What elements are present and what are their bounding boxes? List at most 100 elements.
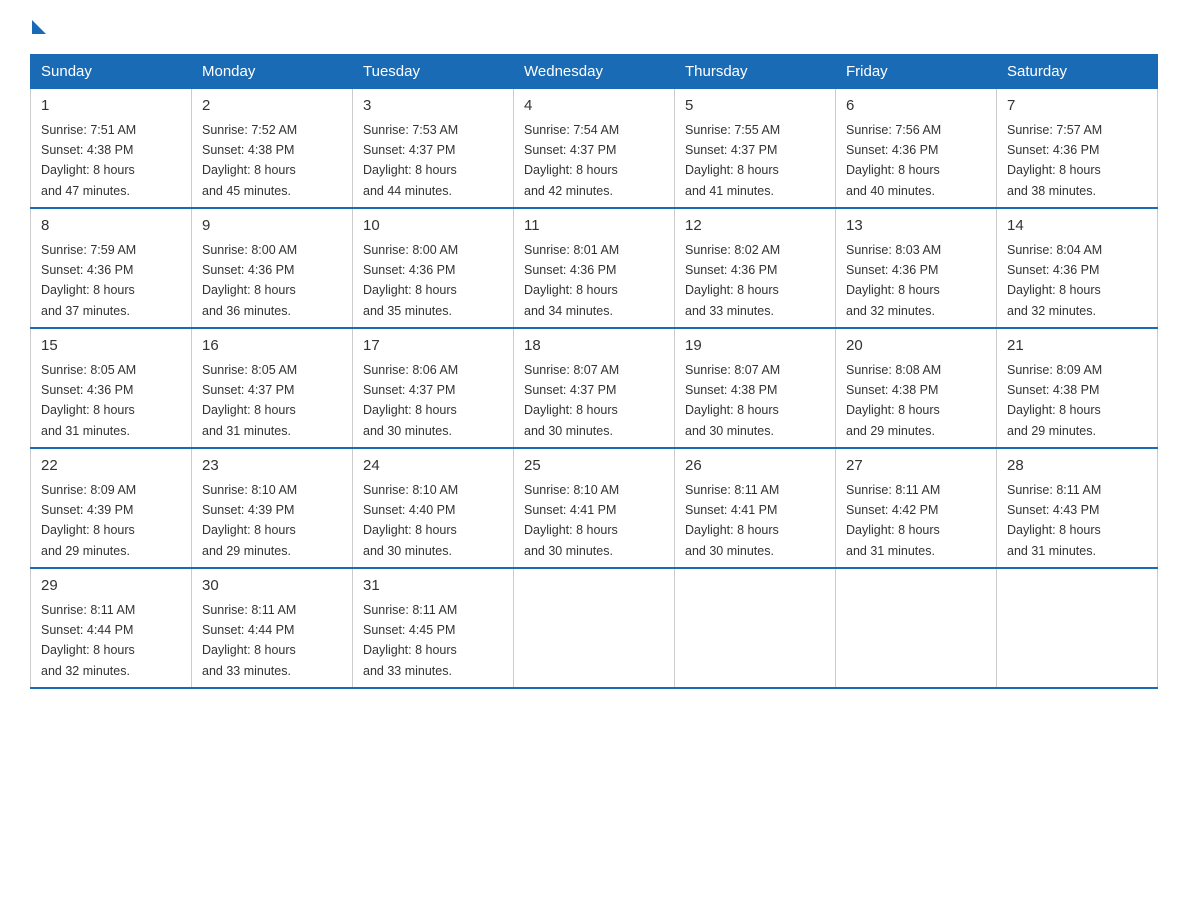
day-number: 17 (363, 335, 503, 358)
calendar-cell (514, 568, 675, 688)
day-number: 10 (363, 215, 503, 238)
calendar-cell: 23 Sunrise: 8:10 AMSunset: 4:39 PMDayligh… (192, 448, 353, 568)
col-header-monday: Monday (192, 55, 353, 89)
calendar-cell: 31 Sunrise: 8:11 AMSunset: 4:45 PMDayligh… (353, 568, 514, 688)
day-number: 16 (202, 335, 342, 358)
calendar-table: SundayMondayTuesdayWednesdayThursdayFrid… (30, 54, 1158, 689)
col-header-friday: Friday (836, 55, 997, 89)
day-number: 24 (363, 455, 503, 478)
col-header-thursday: Thursday (675, 55, 836, 89)
day-info: Sunrise: 8:07 AMSunset: 4:37 PMDaylight:… (524, 363, 619, 438)
week-row-5: 29 Sunrise: 8:11 AMSunset: 4:44 PMDayligh… (31, 568, 1158, 688)
day-info: Sunrise: 7:52 AMSunset: 4:38 PMDaylight:… (202, 123, 297, 198)
calendar-cell: 3Sunrise: 7:53 AMSunset: 4:37 PMDaylight… (353, 89, 514, 209)
day-info: Sunrise: 8:03 AMSunset: 4:36 PMDaylight:… (846, 243, 941, 318)
day-info: Sunrise: 8:02 AMSunset: 4:36 PMDaylight:… (685, 243, 780, 318)
day-number: 22 (41, 455, 181, 478)
day-info: Sunrise: 8:10 AMSunset: 4:40 PMDaylight:… (363, 483, 458, 558)
calendar-cell: 18 Sunrise: 8:07 AMSunset: 4:37 PMDayligh… (514, 328, 675, 448)
calendar-cell: 12 Sunrise: 8:02 AMSunset: 4:36 PMDayligh… (675, 208, 836, 328)
col-header-wednesday: Wednesday (514, 55, 675, 89)
calendar-cell: 27 Sunrise: 8:11 AMSunset: 4:42 PMDayligh… (836, 448, 997, 568)
day-number: 5 (685, 95, 825, 118)
calendar-cell: 11 Sunrise: 8:01 AMSunset: 4:36 PMDayligh… (514, 208, 675, 328)
calendar-cell: 16 Sunrise: 8:05 AMSunset: 4:37 PMDayligh… (192, 328, 353, 448)
col-header-saturday: Saturday (997, 55, 1158, 89)
week-row-3: 15Sunrise: 8:05 AMSunset: 4:36 PMDayligh… (31, 328, 1158, 448)
calendar-cell: 30 Sunrise: 8:11 AMSunset: 4:44 PMDayligh… (192, 568, 353, 688)
day-number: 31 (363, 575, 503, 598)
day-info: Sunrise: 7:56 AMSunset: 4:36 PMDaylight:… (846, 123, 941, 198)
day-number: 27 (846, 455, 986, 478)
day-number: 13 (846, 215, 986, 238)
day-info: Sunrise: 8:00 AMSunset: 4:36 PMDaylight:… (363, 243, 458, 318)
col-header-sunday: Sunday (31, 55, 192, 89)
week-row-2: 8 Sunrise: 7:59 AMSunset: 4:36 PMDaylight… (31, 208, 1158, 328)
calendar-cell: 13 Sunrise: 8:03 AMSunset: 4:36 PMDayligh… (836, 208, 997, 328)
calendar-cell: 4Sunrise: 7:54 AMSunset: 4:37 PMDaylight… (514, 89, 675, 209)
day-info: Sunrise: 8:05 AMSunset: 4:36 PMDaylight:… (41, 363, 136, 438)
day-number: 23 (202, 455, 342, 478)
day-number: 1 (41, 95, 181, 118)
day-number: 18 (524, 335, 664, 358)
week-row-1: 1 Sunrise: 7:51 AMSunset: 4:38 PMDaylight… (31, 89, 1158, 209)
day-number: 7 (1007, 95, 1147, 118)
week-row-4: 22 Sunrise: 8:09 AMSunset: 4:39 PMDayligh… (31, 448, 1158, 568)
day-number: 26 (685, 455, 825, 478)
calendar-cell: 2 Sunrise: 7:52 AMSunset: 4:38 PMDaylight… (192, 89, 353, 209)
day-number: 21 (1007, 335, 1147, 358)
day-info: Sunrise: 8:00 AMSunset: 4:36 PMDaylight:… (202, 243, 297, 318)
calendar-cell: 29Sunrise: 8:11 AMSunset: 4:44 PMDayligh… (31, 568, 192, 688)
calendar-cell: 8 Sunrise: 7:59 AMSunset: 4:36 PMDaylight… (31, 208, 192, 328)
calendar-cell: 21Sunrise: 8:09 AMSunset: 4:38 PMDayligh… (997, 328, 1158, 448)
day-number: 3 (363, 95, 503, 118)
day-info: Sunrise: 8:11 AMSunset: 4:45 PMDaylight:… (363, 603, 457, 678)
calendar-cell (836, 568, 997, 688)
day-info: Sunrise: 8:05 AMSunset: 4:37 PMDaylight:… (202, 363, 297, 438)
day-number: 19 (685, 335, 825, 358)
logo-triangle-icon (32, 20, 46, 34)
calendar-cell: 25 Sunrise: 8:10 AMSunset: 4:41 PMDayligh… (514, 448, 675, 568)
day-info: Sunrise: 8:04 AMSunset: 4:36 PMDaylight:… (1007, 243, 1102, 318)
day-info: Sunrise: 8:11 AMSunset: 4:44 PMDaylight:… (202, 603, 296, 678)
day-number: 29 (41, 575, 181, 598)
col-header-tuesday: Tuesday (353, 55, 514, 89)
calendar-cell: 1 Sunrise: 7:51 AMSunset: 4:38 PMDaylight… (31, 89, 192, 209)
day-number: 4 (524, 95, 664, 118)
day-number: 12 (685, 215, 825, 238)
day-number: 8 (41, 215, 181, 238)
day-info: Sunrise: 7:59 AMSunset: 4:36 PMDaylight:… (41, 243, 136, 318)
calendar-cell: 26 Sunrise: 8:11 AMSunset: 4:41 PMDayligh… (675, 448, 836, 568)
day-info: Sunrise: 7:57 AMSunset: 4:36 PMDaylight:… (1007, 123, 1102, 198)
calendar-cell (675, 568, 836, 688)
calendar-cell: 22 Sunrise: 8:09 AMSunset: 4:39 PMDayligh… (31, 448, 192, 568)
calendar-cell (997, 568, 1158, 688)
day-number: 11 (524, 215, 664, 238)
logo (30, 20, 48, 36)
day-info: Sunrise: 7:51 AMSunset: 4:38 PMDaylight:… (41, 123, 136, 198)
day-info: Sunrise: 8:09 AMSunset: 4:39 PMDaylight:… (41, 483, 136, 558)
day-number: 6 (846, 95, 986, 118)
day-info: Sunrise: 7:55 AMSunset: 4:37 PMDaylight:… (685, 123, 780, 198)
calendar-cell: 10 Sunrise: 8:00 AMSunset: 4:36 PMDayligh… (353, 208, 514, 328)
calendar-cell: 5 Sunrise: 7:55 AMSunset: 4:37 PMDaylight… (675, 89, 836, 209)
day-info: Sunrise: 8:08 AMSunset: 4:38 PMDaylight:… (846, 363, 941, 438)
day-info: Sunrise: 8:10 AMSunset: 4:41 PMDaylight:… (524, 483, 619, 558)
day-info: Sunrise: 8:06 AMSunset: 4:37 PMDaylight:… (363, 363, 458, 438)
day-info: Sunrise: 8:07 AMSunset: 4:38 PMDaylight:… (685, 363, 780, 438)
day-info: Sunrise: 8:11 AMSunset: 4:42 PMDaylight:… (846, 483, 940, 558)
calendar-cell: 15Sunrise: 8:05 AMSunset: 4:36 PMDayligh… (31, 328, 192, 448)
day-info: Sunrise: 8:01 AMSunset: 4:36 PMDaylight:… (524, 243, 619, 318)
calendar-cell: 6 Sunrise: 7:56 AMSunset: 4:36 PMDaylight… (836, 89, 997, 209)
day-number: 30 (202, 575, 342, 598)
day-info: Sunrise: 8:11 AMSunset: 4:43 PMDaylight:… (1007, 483, 1101, 558)
page-header (30, 20, 1158, 36)
calendar-cell: 20Sunrise: 8:08 AMSunset: 4:38 PMDayligh… (836, 328, 997, 448)
calendar-cell: 14Sunrise: 8:04 AMSunset: 4:36 PMDayligh… (997, 208, 1158, 328)
day-info: Sunrise: 8:11 AMSunset: 4:41 PMDaylight:… (685, 483, 779, 558)
day-info: Sunrise: 8:10 AMSunset: 4:39 PMDaylight:… (202, 483, 297, 558)
day-number: 25 (524, 455, 664, 478)
calendar-cell: 7 Sunrise: 7:57 AMSunset: 4:36 PMDaylight… (997, 89, 1158, 209)
day-number: 2 (202, 95, 342, 118)
calendar-cell: 17 Sunrise: 8:06 AMSunset: 4:37 PMDayligh… (353, 328, 514, 448)
